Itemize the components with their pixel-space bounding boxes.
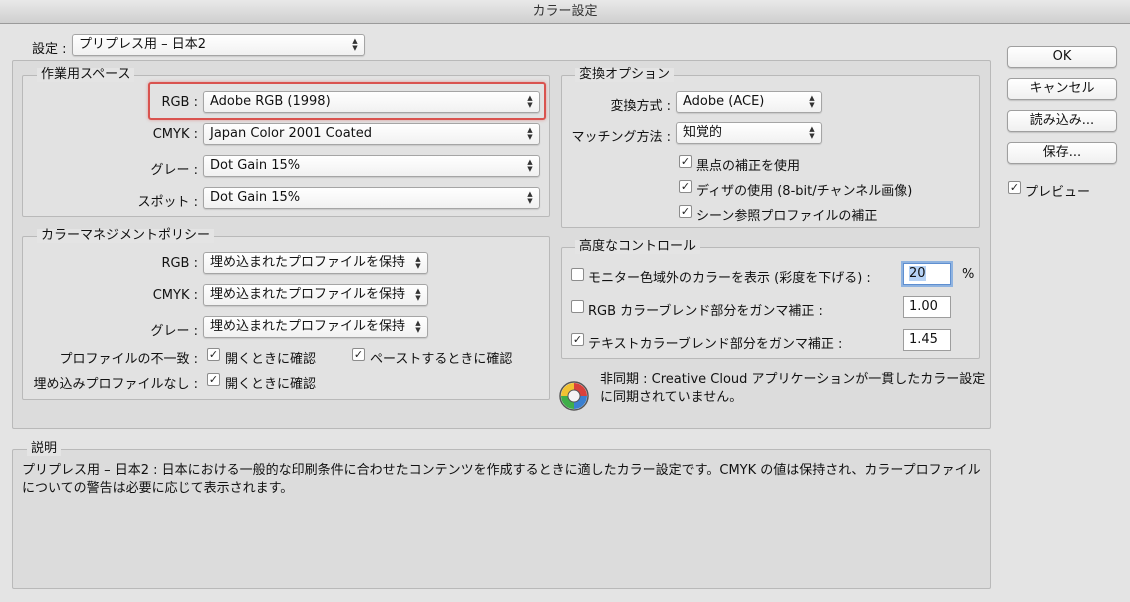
updown-arrows-icon: ▲ ▼ bbox=[352, 37, 358, 52]
cancel-button[interactable]: キャンセル bbox=[1007, 78, 1117, 100]
policy-rgb-value: 埋め込まれたプロファイルを保持 bbox=[210, 255, 406, 270]
blend-text-input[interactable]: 1.45 bbox=[903, 329, 951, 351]
intent-label: マッチング方法 : bbox=[571, 130, 671, 145]
blend-text-label: テキストカラーブレンド部分をガンマ補正 : bbox=[588, 337, 843, 352]
updown-arrows-icon: ▲ ▼ bbox=[415, 319, 421, 334]
preview-label: プレビュー bbox=[1025, 185, 1091, 200]
mismatch-label: プロファイルの不一致 : bbox=[59, 352, 198, 367]
dither-checkbox[interactable]: ✓ bbox=[679, 180, 692, 193]
updown-arrows-icon: ▲ ▼ bbox=[809, 94, 815, 109]
policy-cmyk-select[interactable]: 埋め込まれたプロファイルを保持 ▲ ▼ bbox=[203, 284, 428, 306]
updown-arrows-icon: ▲ ▼ bbox=[415, 287, 421, 302]
save-button[interactable]: 保存... bbox=[1007, 142, 1117, 164]
advanced-title: 高度なコントロール bbox=[575, 240, 701, 254]
mismatch-open-label: 開くときに確認 bbox=[225, 352, 317, 367]
ws-gray-value: Dot Gain 15% bbox=[210, 158, 301, 173]
description-line1: プリプレス用 – 日本2 : 日本における一般的な印刷条件に合わせたコンテンツを… bbox=[22, 463, 981, 478]
conversion-title: 変換オプション bbox=[575, 68, 675, 82]
missing-open-label: 開くときに確認 bbox=[225, 377, 317, 392]
blend-rgb-checkbox[interactable] bbox=[571, 300, 584, 313]
updown-arrows-icon: ▲ ▼ bbox=[527, 158, 533, 173]
engine-select[interactable]: Adobe (ACE) ▲ ▼ bbox=[676, 91, 822, 113]
settings-label: 設定 : bbox=[32, 42, 67, 57]
mismatch-paste-checkbox[interactable]: ✓ bbox=[352, 348, 365, 361]
engine-value: Adobe (ACE) bbox=[683, 94, 765, 109]
desaturate-input[interactable]: 20 bbox=[903, 263, 951, 285]
ws-cmyk-select[interactable]: Japan Color 2001 Coated ▲ ▼ bbox=[203, 123, 540, 145]
updown-arrows-icon: ▲ ▼ bbox=[527, 126, 533, 141]
intent-value: 知覚的 bbox=[683, 125, 723, 140]
ws-spot-select[interactable]: Dot Gain 15% ▲ ▼ bbox=[203, 187, 540, 209]
ws-cmyk-label: CMYK : bbox=[152, 127, 198, 142]
mismatch-paste-label: ペーストするときに確認 bbox=[370, 352, 513, 367]
desaturate-checkbox[interactable] bbox=[571, 268, 584, 281]
desaturate-label: モニター色域外のカラーを表示 (彩度を下げる) : bbox=[588, 271, 871, 286]
sync-status-line1: 非同期 : Creative Cloud アプリケーションが一貫したカラー設定 bbox=[600, 372, 986, 387]
blend-rgb-input[interactable]: 1.00 bbox=[903, 296, 951, 318]
scene-checkbox[interactable]: ✓ bbox=[679, 205, 692, 218]
policy-gray-value: 埋め込まれたプロファイルを保持 bbox=[210, 319, 406, 334]
engine-label: 変換方式 : bbox=[610, 99, 671, 114]
color-sync-icon bbox=[559, 381, 589, 411]
policy-cmyk-value: 埋め込まれたプロファイルを保持 bbox=[210, 287, 406, 302]
policy-cmyk-label: CMYK : bbox=[152, 288, 198, 303]
settings-select-value: プリプレス用 – 日本2 bbox=[79, 37, 207, 52]
bpc-checkbox[interactable]: ✓ bbox=[679, 155, 692, 168]
updown-arrows-icon: ▲ ▼ bbox=[415, 255, 421, 270]
load-button[interactable]: 読み込み... bbox=[1007, 110, 1117, 132]
mismatch-open-checkbox[interactable]: ✓ bbox=[207, 348, 220, 361]
policy-gray-select[interactable]: 埋め込まれたプロファイルを保持 ▲ ▼ bbox=[203, 316, 428, 338]
window-title: カラー設定 bbox=[0, 0, 1130, 24]
missing-open-checkbox[interactable]: ✓ bbox=[207, 373, 220, 386]
intent-select[interactable]: 知覚的 ▲ ▼ bbox=[676, 122, 822, 144]
sync-status-line2: に同期されていません。 bbox=[600, 390, 743, 405]
working-spaces-title: 作業用スペース bbox=[37, 68, 135, 82]
ws-cmyk-value: Japan Color 2001 Coated bbox=[210, 126, 373, 141]
policy-rgb-select[interactable]: 埋め込まれたプロファイルを保持 ▲ ▼ bbox=[203, 252, 428, 274]
scene-label: シーン参照プロファイルの補正 bbox=[696, 209, 878, 224]
ws-spot-label: スポット : bbox=[137, 195, 198, 210]
policies-title: カラーマネジメントポリシー bbox=[37, 229, 215, 243]
dither-label: ディザの使用 (8-bit/チャンネル画像) bbox=[696, 184, 913, 199]
ws-gray-select[interactable]: Dot Gain 15% ▲ ▼ bbox=[203, 155, 540, 177]
description-line2: についての警告は必要に応じて表示されます。 bbox=[22, 481, 294, 496]
missing-profile-label: 埋め込みプロファイルなし : bbox=[33, 377, 198, 392]
preview-checkbox[interactable]: ✓ bbox=[1008, 181, 1021, 194]
updown-arrows-icon: ▲ ▼ bbox=[809, 125, 815, 140]
blend-rgb-label: RGB カラーブレンド部分をガンマ補正 : bbox=[588, 304, 823, 319]
desaturate-unit: % bbox=[962, 267, 975, 282]
settings-select[interactable]: プリプレス用 – 日本2 ▲ ▼ bbox=[72, 34, 365, 56]
ok-button[interactable]: OK bbox=[1007, 46, 1117, 68]
blend-text-checkbox[interactable]: ✓ bbox=[571, 333, 584, 346]
policy-rgb-label: RGB : bbox=[161, 256, 198, 271]
bpc-label: 黒点の補正を使用 bbox=[696, 159, 801, 174]
description-title: 説明 bbox=[27, 442, 62, 456]
policy-gray-label: グレー : bbox=[150, 324, 198, 339]
rgb-highlight-box bbox=[148, 82, 546, 120]
ws-gray-label: グレー : bbox=[150, 163, 198, 178]
ws-spot-value: Dot Gain 15% bbox=[210, 190, 301, 205]
desaturate-value: 20 bbox=[909, 266, 926, 281]
updown-arrows-icon: ▲ ▼ bbox=[527, 190, 533, 205]
